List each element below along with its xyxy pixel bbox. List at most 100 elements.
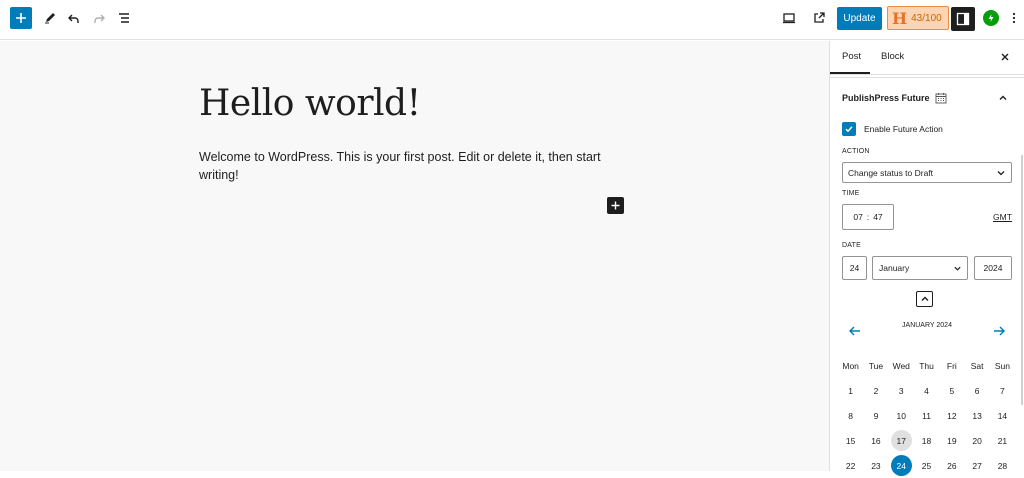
editor-top-toolbar: Update H 43/100 <box>0 0 1024 40</box>
calendar-day-number: 23 <box>871 460 881 471</box>
options-button[interactable] <box>1008 7 1020 29</box>
preview-button[interactable] <box>778 7 800 29</box>
plus-icon <box>611 201 620 210</box>
calendar-day[interactable]: 14 <box>990 405 1015 426</box>
undo-button[interactable] <box>63 7 85 29</box>
enable-future-action-label: Enable Future Action <box>864 124 943 134</box>
editor-canvas: Hello world! Welcome to WordPress. This … <box>0 41 829 471</box>
calendar-day-number: 21 <box>997 435 1008 446</box>
calendar-day-number: 4 <box>924 385 929 396</box>
settings-button[interactable] <box>951 7 975 31</box>
calendar-toggle-button[interactable] <box>916 291 933 307</box>
calendar-day[interactable]: 17 <box>889 430 914 451</box>
calendar-day[interactable]: 11 <box>914 405 939 426</box>
tools-button[interactable] <box>39 7 61 29</box>
arrow-right-icon <box>994 326 1005 336</box>
tab-post[interactable]: Post <box>842 51 861 62</box>
calendar-day-number: 19 <box>947 435 957 446</box>
calendar-day[interactable]: 15 <box>838 430 863 451</box>
calendar-day-number: 5 <box>949 385 955 396</box>
calendar-day-number: 26 <box>947 460 957 471</box>
weekday-label: Fri <box>946 360 957 371</box>
panel-collapse-button[interactable] <box>997 91 1009 103</box>
redo-button[interactable] <box>88 7 110 29</box>
calendar-day[interactable]: 23 <box>863 455 888 476</box>
add-block-button[interactable] <box>10 7 32 29</box>
document-overview-button[interactable] <box>113 7 135 29</box>
action-label: ACTION <box>842 148 870 155</box>
calendar-day[interactable]: 18 <box>914 430 939 451</box>
day-input[interactable]: 24 <box>842 256 867 280</box>
calendar-day-number: 10 <box>896 410 906 421</box>
calendar-day[interactable]: 24 <box>889 455 914 476</box>
time-hour[interactable]: 07 <box>853 212 862 222</box>
close-sidebar-button[interactable] <box>998 50 1012 64</box>
jetpack-button[interactable] <box>983 10 999 26</box>
enable-future-action-checkbox[interactable] <box>842 122 856 136</box>
calendar-day[interactable]: 16 <box>863 430 888 451</box>
next-month-button[interactable] <box>992 324 1006 336</box>
post-title[interactable]: Hello world! <box>199 83 421 124</box>
calendar-week-row: 22 23 24 25 26 27 28 <box>838 453 1023 478</box>
timezone-link[interactable]: GMT <box>993 212 1012 222</box>
settings-sidebar: Post Block PublishPress Future Enable Fu… <box>829 41 1024 476</box>
post-paragraph[interactable]: Welcome to WordPress. This is your first… <box>199 148 609 184</box>
calendar-day-number: 2 <box>873 385 879 396</box>
calendar-day[interactable]: 2 <box>863 380 888 401</box>
sidebar-tabs: Post Block <box>830 41 1024 75</box>
tab-block[interactable]: Block <box>881 51 904 62</box>
time-minute[interactable]: 47 <box>873 212 882 222</box>
calendar-day-number: 14 <box>997 410 1008 421</box>
calendar-weekday-row: Mon Tue Wed Thu Fri Sat Sun <box>838 353 1023 378</box>
calendar-day[interactable]: 1 <box>838 380 863 401</box>
calendar-day-number: 24 <box>890 455 912 476</box>
divider <box>830 77 1024 78</box>
calendar-day[interactable]: 8 <box>838 405 863 426</box>
calendar-day[interactable]: 27 <box>964 455 989 476</box>
calendar-day[interactable]: 12 <box>939 405 964 426</box>
calendar-day[interactable]: 5 <box>939 380 964 401</box>
calendar-day[interactable]: 26 <box>939 455 964 476</box>
calendar-day-number: 11 <box>922 410 931 421</box>
calendar-day[interactable]: 25 <box>914 455 939 476</box>
calendar-day-number: 13 <box>972 410 982 421</box>
calendar-day[interactable]: 3 <box>889 380 914 401</box>
seo-score-button[interactable]: H 43/100 <box>887 6 949 30</box>
weekday-label: Sat <box>970 360 984 371</box>
view-post-button[interactable] <box>808 7 830 29</box>
external-link-icon <box>814 12 825 23</box>
sidebar-scrollbar[interactable] <box>1021 155 1023 405</box>
weekday-label: Wed <box>892 360 910 371</box>
action-select[interactable]: Change status to Draft <box>842 162 1012 183</box>
calendar-week-row: 8 9 10 11 12 13 14 <box>838 403 1023 428</box>
calendar-day[interactable]: 28 <box>990 455 1015 476</box>
panel-title: PublishPress Future <box>842 93 930 103</box>
calendar-day[interactable]: 13 <box>964 405 989 426</box>
calendar-day-number: 15 <box>845 435 856 446</box>
update-button[interactable]: Update <box>837 7 882 30</box>
calendar-day-number: 18 <box>921 435 932 446</box>
sidebar-toggle-icon <box>956 12 970 26</box>
close-icon <box>1001 53 1009 61</box>
chevron-up-icon <box>921 296 928 301</box>
calendar-day[interactable]: 7 <box>990 380 1015 401</box>
checkmark-icon <box>845 126 853 133</box>
calendar-day[interactable]: 4 <box>914 380 939 401</box>
chevron-down-icon <box>954 266 961 271</box>
calendar-day-number: 22 <box>845 460 856 471</box>
time-input[interactable]: 07 : 47 <box>842 204 894 230</box>
calendar-day[interactable]: 19 <box>939 430 964 451</box>
calendar-day[interactable]: 22 <box>838 455 863 476</box>
block-inserter-button[interactable] <box>607 197 624 214</box>
calendar-day[interactable]: 10 <box>889 405 914 426</box>
calendar-day[interactable]: 20 <box>964 430 989 451</box>
redo-icon <box>94 14 105 23</box>
year-input[interactable]: 2024 <box>974 256 1012 280</box>
calendar-day[interactable]: 21 <box>990 430 1015 451</box>
calendar-day[interactable]: 6 <box>964 380 989 401</box>
calendar-day[interactable]: 9 <box>863 405 888 426</box>
pencil-icon <box>45 13 55 24</box>
publishpress-panel-toggle[interactable]: PublishPress Future <box>842 92 947 104</box>
chevron-down-icon <box>997 171 1005 176</box>
month-select[interactable]: January <box>872 256 968 280</box>
